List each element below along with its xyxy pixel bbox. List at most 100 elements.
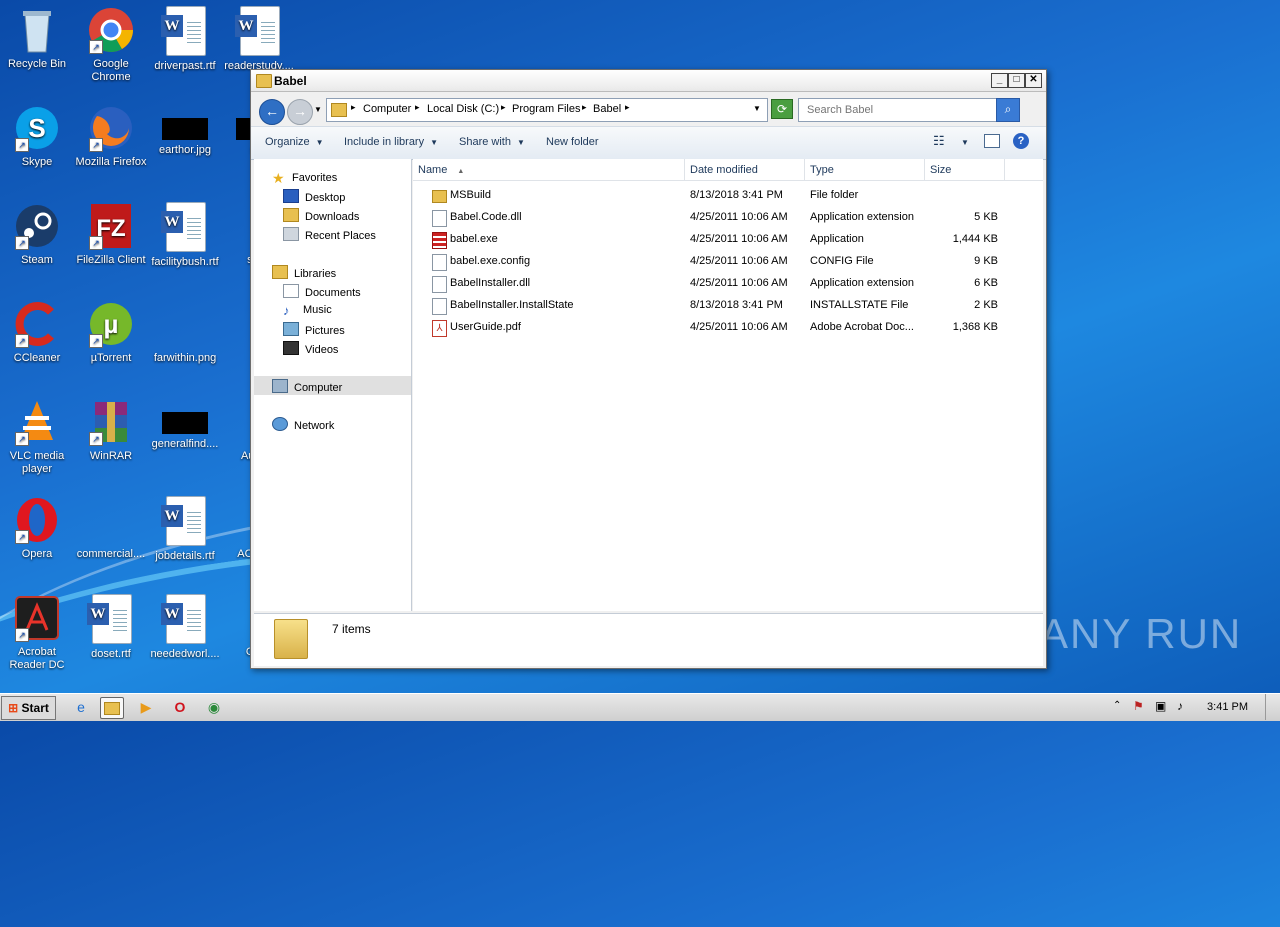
chevron-down-icon: ▼ bbox=[430, 138, 439, 147]
minimize-button[interactable]: _ bbox=[991, 73, 1008, 88]
breadcrumb-chevron-icon[interactable]: ▸ bbox=[415, 102, 420, 113]
desktop-icon-winrar[interactable]: ↗ WinRAR bbox=[74, 398, 148, 463]
volume-icon[interactable]: ♪ bbox=[1177, 699, 1183, 713]
table-row[interactable]: babel.exe 4/25/2011 10:06 AM Application… bbox=[413, 229, 1043, 251]
table-row[interactable]: BabelInstaller.dll 4/25/2011 10:06 AM Ap… bbox=[413, 273, 1043, 295]
nav-computer[interactable]: Computer bbox=[272, 379, 342, 394]
breadcrumb-computer[interactable]: Computer bbox=[363, 103, 411, 115]
nav-music[interactable]: ♪ Music bbox=[283, 303, 332, 318]
desktop-icon-steam[interactable]: ↗ Steam bbox=[0, 202, 74, 267]
address-bar[interactable]: ▸ Computer ▸ Local Disk (C:) ▸ Program F… bbox=[326, 98, 768, 122]
music-icon: ♪ bbox=[283, 303, 290, 318]
explorer-taskbar-button[interactable] bbox=[100, 697, 124, 719]
desktop-icon-jobdetails[interactable]: W jobdetails.rtf bbox=[148, 496, 222, 563]
column-header-size[interactable]: Size bbox=[925, 159, 1005, 181]
title-bar[interactable]: Babel _ □ ✕ bbox=[251, 70, 1046, 92]
desktop-icon-filezilla[interactable]: FZ ↗ FileZilla Client bbox=[74, 202, 148, 267]
search-box[interactable]: ⌕ bbox=[798, 98, 1020, 122]
include-in-library-button[interactable]: Include in library ▼ bbox=[344, 136, 438, 148]
nav-downloads[interactable]: Downloads bbox=[283, 208, 359, 223]
explorer-window[interactable]: Babel _ □ ✕ ← → ▼ ▸ Computer ▸ Local Dis… bbox=[250, 69, 1047, 669]
winrar-icon: ↗ bbox=[87, 398, 135, 446]
media-player-icon[interactable]: ▶ bbox=[135, 697, 157, 717]
show-hidden-icons-icon[interactable]: ⌃ bbox=[1113, 700, 1121, 711]
view-dropdown-icon[interactable]: ▼ bbox=[961, 138, 969, 147]
skype-icon: S ↗ bbox=[13, 104, 61, 152]
help-icon[interactable]: ? bbox=[1013, 133, 1029, 149]
clock[interactable]: 3:41 PM bbox=[1207, 701, 1248, 713]
view-options-icon[interactable]: ☷ bbox=[933, 133, 945, 149]
desktop-icon-utorrent[interactable]: µ ↗ µTorrent bbox=[74, 300, 148, 365]
desktop-icon-earthor[interactable]: earthor.jpg bbox=[148, 104, 222, 157]
organize-button[interactable]: Organize ▼ bbox=[265, 136, 324, 148]
exe-icon bbox=[432, 232, 447, 249]
desktop-icon-vlc[interactable]: ↗ VLC media player bbox=[0, 398, 74, 476]
desktop-icon-doset[interactable]: W doset.rtf bbox=[74, 594, 148, 661]
desktop-icon-chrome[interactable]: ↗ Google Chrome bbox=[74, 6, 148, 84]
file-list[interactable]: Name ▲ Date modified Type Size MSBuild 8/… bbox=[413, 159, 1043, 611]
desktop-icon-generalfind[interactable]: generalfind.... bbox=[148, 398, 222, 451]
breadcrumb-chevron-icon[interactable]: ▸ bbox=[625, 102, 630, 113]
nav-favorites[interactable]: ★ Favorites bbox=[272, 170, 337, 186]
desktop-icon-readerstudy[interactable]: W readerstudy.... bbox=[222, 6, 296, 73]
start-button[interactable]: ⊞ Start bbox=[1, 696, 56, 720]
desktop-icon-skype[interactable]: S ↗ Skype bbox=[0, 104, 74, 169]
search-icon[interactable]: ⌕ bbox=[996, 98, 1020, 122]
column-header-name[interactable]: Name ▲ bbox=[413, 159, 685, 181]
action-center-icon[interactable]: ⚑ bbox=[1133, 699, 1144, 713]
table-row[interactable]: Babel.Code.dll 4/25/2011 10:06 AM Applic… bbox=[413, 207, 1043, 229]
nav-videos[interactable]: Videos bbox=[283, 341, 338, 356]
svg-text:S: S bbox=[28, 113, 45, 143]
table-row[interactable]: ⅄ UserGuide.pdf 4/25/2011 10:06 AM Adobe… bbox=[413, 317, 1043, 339]
desktop-icon-acrobat[interactable]: ↗ Acrobat Reader DC bbox=[0, 594, 74, 672]
chrome-icon[interactable]: ◉ bbox=[203, 697, 225, 717]
refresh-button[interactable]: ⟳ bbox=[771, 99, 793, 119]
breadcrumb-babel[interactable]: Babel bbox=[593, 103, 621, 115]
share-with-button[interactable]: Share with ▼ bbox=[459, 136, 525, 148]
table-row[interactable]: MSBuild 8/13/2018 3:41 PM File folder bbox=[413, 185, 1043, 207]
desktop-icon-commercial[interactable]: commercial.... bbox=[74, 496, 148, 561]
opera-icon[interactable]: O bbox=[169, 697, 191, 717]
address-dropdown-icon[interactable]: ▼ bbox=[753, 104, 761, 113]
column-header-date[interactable]: Date modified bbox=[685, 159, 805, 181]
nav-documents[interactable]: Documents bbox=[283, 284, 361, 299]
desktop-icon-facilitybush[interactable]: W facilitybush.rtf bbox=[148, 202, 222, 269]
desktop-icon-driverpast[interactable]: W driverpast.rtf bbox=[148, 6, 222, 73]
nav-libraries[interactable]: Libraries bbox=[272, 265, 336, 280]
breadcrumb-chevron-icon[interactable]: ▸ bbox=[582, 102, 587, 113]
desktop-icon-farwithin[interactable]: farwithin.png bbox=[148, 300, 222, 365]
forward-button[interactable]: → bbox=[287, 99, 313, 125]
network-status-icon[interactable]: ▣ bbox=[1155, 699, 1166, 713]
breadcrumb-chevron-icon[interactable]: ▸ bbox=[501, 102, 506, 113]
back-button[interactable]: ← bbox=[259, 99, 285, 125]
desktop-icon-label: doset.rtf bbox=[91, 648, 131, 660]
column-header-type[interactable]: Type bbox=[805, 159, 925, 181]
desktop-icon-firefox[interactable]: ↗ Mozilla Firefox bbox=[74, 104, 148, 169]
desktop-icon-label: Mozilla Firefox bbox=[75, 156, 147, 168]
desktop-icon-ccleaner[interactable]: ↗ CCleaner bbox=[0, 300, 74, 365]
breadcrumb-chevron-icon[interactable]: ▸ bbox=[351, 102, 356, 113]
maximize-button[interactable]: □ bbox=[1008, 73, 1025, 88]
nav-desktop[interactable]: Desktop bbox=[283, 189, 345, 204]
search-input[interactable] bbox=[805, 103, 989, 117]
table-row[interactable]: babel.exe.config 4/25/2011 10:06 AM CONF… bbox=[413, 251, 1043, 273]
address-bar-row: ← → ▼ ▸ Computer ▸ Local Disk (C:) ▸ Pro… bbox=[251, 92, 1046, 126]
breadcrumb-local-disk[interactable]: Local Disk (C:) bbox=[427, 103, 499, 115]
desktop-icon-neededworl[interactable]: W neededworl.... bbox=[148, 594, 222, 661]
close-button[interactable]: ✕ bbox=[1025, 73, 1042, 88]
nav-network[interactable]: Network bbox=[272, 417, 334, 432]
breadcrumb-program-files[interactable]: Program Files bbox=[512, 103, 580, 115]
nav-pictures[interactable]: Pictures bbox=[283, 322, 345, 337]
desktop-icon-opera[interactable]: ↗ Opera bbox=[0, 496, 74, 561]
recent-pages-dropdown-icon[interactable]: ▼ bbox=[314, 105, 322, 114]
preview-pane-icon[interactable] bbox=[984, 134, 1000, 148]
folder-icon bbox=[274, 619, 308, 659]
desktop-icon-recycle-bin[interactable]: Recycle Bin bbox=[0, 6, 74, 71]
nav-recent-places[interactable]: Recent Places bbox=[283, 227, 376, 242]
show-desktop-button[interactable] bbox=[1265, 694, 1280, 720]
dll-icon bbox=[432, 276, 447, 293]
new-folder-button[interactable]: New folder bbox=[546, 136, 599, 148]
computer-icon bbox=[272, 379, 288, 393]
internet-explorer-icon[interactable]: e bbox=[70, 697, 92, 717]
table-row[interactable]: BabelInstaller.InstallState 8/13/2018 3:… bbox=[413, 295, 1043, 317]
